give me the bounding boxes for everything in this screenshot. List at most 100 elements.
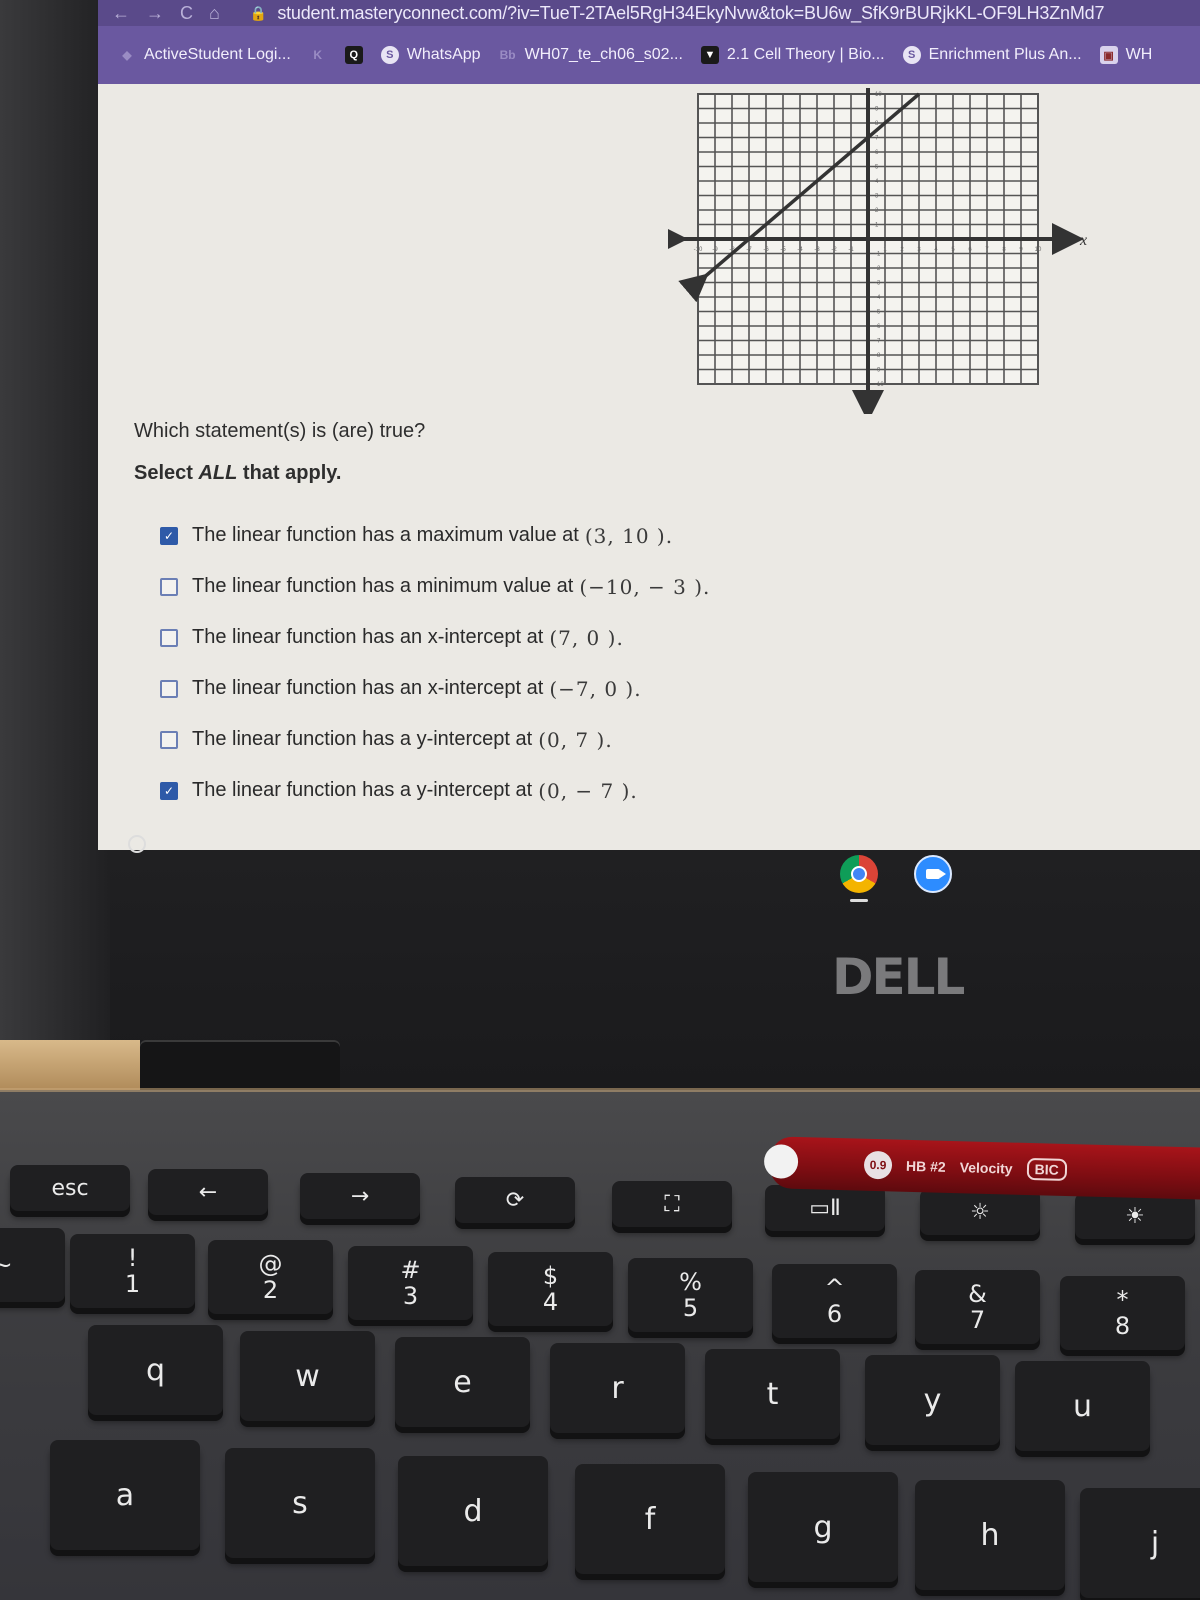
key-num-6[interactable]: ^ 6 bbox=[772, 1264, 897, 1338]
option-math: (3, 10 ). bbox=[584, 523, 674, 548]
shield-icon: ▼ bbox=[700, 46, 719, 64]
option-max-3-10[interactable]: ✓ The linear function has a maximum valu… bbox=[160, 510, 710, 561]
key-j[interactable]: j bbox=[1080, 1488, 1200, 1598]
checkbox-unchecked[interactable] bbox=[160, 628, 178, 647]
x-tick-label: -2 bbox=[831, 247, 837, 253]
key-num-5[interactable]: % 5 bbox=[628, 1258, 753, 1332]
key-label: 5 bbox=[682, 1294, 699, 1322]
key-label: s bbox=[292, 1485, 308, 1521]
key-label: y bbox=[923, 1382, 942, 1418]
bookmark-k[interactable]: K bbox=[309, 46, 327, 64]
key-num-~[interactable]: ~ bbox=[0, 1228, 65, 1302]
key-y[interactable]: y bbox=[865, 1355, 1000, 1445]
zoom-icon[interactable] bbox=[914, 855, 952, 893]
checkbox-checked[interactable]: ✓ bbox=[160, 526, 178, 545]
key-label: f bbox=[644, 1501, 656, 1537]
forward-icon[interactable]: → bbox=[146, 3, 164, 24]
question-page: x -10 -9 -8 -7 -6 -5 -4 -3 -2 -1 1 2 3 4 5 6 7 8 9 10 -10 -9 -8… bbox=[98, 84, 1200, 850]
bookmark-whatsapp[interactable]: S WhatsApp bbox=[380, 46, 481, 64]
key-t[interactable]: t bbox=[705, 1349, 840, 1439]
bookmark-cell-theory[interactable]: ▼ 2.1 Cell Theory | Bio... bbox=[700, 46, 885, 64]
bookmark-activestudent[interactable]: ◆ ActiveStudent Logi... bbox=[118, 46, 290, 64]
key-label: ☼ bbox=[970, 1199, 990, 1225]
key-fn-2[interactable]: → bbox=[300, 1173, 420, 1219]
screen: ← → C ⌂ 🔒 student.masteryconnect.com/?iv… bbox=[98, 0, 1200, 850]
key-label: r bbox=[611, 1370, 624, 1406]
pencil-grade: HB #2 bbox=[905, 1157, 946, 1175]
key-fn-7[interactable]: ☀ bbox=[1075, 1193, 1195, 1239]
back-icon[interactable]: ← bbox=[112, 3, 130, 24]
key-label: w bbox=[295, 1358, 320, 1394]
home-icon[interactable]: ⌂ bbox=[209, 3, 220, 24]
key-fn-3[interactable]: ⟳ bbox=[455, 1177, 575, 1223]
key-w[interactable]: w bbox=[240, 1331, 375, 1421]
key-label: u bbox=[1072, 1388, 1092, 1424]
key-h[interactable]: h bbox=[915, 1480, 1065, 1590]
coordinate-graph: x -10 -9 -8 -7 -6 -5 -4 -3 -2 -1 1 2 3 4 5 6 7 8 9 10 -10 -9 -8… bbox=[656, 84, 1088, 422]
option-xint-neg7[interactable]: The linear function has an x-intercept a… bbox=[160, 663, 710, 714]
pencil-eraser bbox=[763, 1144, 799, 1179]
checkbox-unchecked[interactable] bbox=[160, 577, 178, 596]
url-text[interactable]: student.masteryconnect.com/?iv=TueT-2TAe… bbox=[277, 3, 1104, 24]
key-g[interactable]: g bbox=[748, 1472, 898, 1582]
checkbox-checked[interactable]: ✓ bbox=[160, 781, 178, 800]
x-tick-label: -6 bbox=[763, 247, 769, 253]
webcam bbox=[128, 835, 146, 853]
bookmarks-bar: ◆ ActiveStudent Logi... K Q S WhatsApp B… bbox=[98, 26, 1200, 84]
key-label: ▭Ⅱ bbox=[809, 1195, 841, 1221]
key-fn-1[interactable]: ← bbox=[148, 1169, 268, 1215]
key-label: ← bbox=[198, 1179, 218, 1205]
key-num-3[interactable]: #3 bbox=[348, 1246, 473, 1320]
key-fn-0[interactable]: esc bbox=[10, 1165, 130, 1211]
option-text: The linear function has an x-intercept a… bbox=[192, 677, 544, 699]
key-num-7[interactable]: & 7 bbox=[915, 1270, 1040, 1344]
x-tick-label: -9 bbox=[712, 247, 718, 253]
chrome-icon[interactable] bbox=[840, 855, 878, 893]
key-f[interactable]: f bbox=[575, 1464, 725, 1574]
key-shift-label: @ bbox=[258, 1250, 283, 1278]
option-text: The linear function has an x-intercept a… bbox=[192, 626, 544, 648]
reload-icon[interactable]: C bbox=[180, 3, 193, 24]
option-yint-neg7[interactable]: ✓ The linear function has a y-intercept … bbox=[160, 765, 710, 816]
address-bar[interactable]: ← → C ⌂ 🔒 student.masteryconnect.com/?iv… bbox=[98, 0, 1200, 26]
bookmark-wh07[interactable]: Bb WH07_te_ch06_s02... bbox=[499, 46, 683, 64]
photo-icon: ▣ bbox=[1099, 46, 1118, 64]
checkbox-unchecked[interactable] bbox=[160, 730, 178, 749]
option-min-neg10-neg3[interactable]: The linear function has a minimum value … bbox=[160, 561, 710, 612]
key-num-1[interactable]: ! 1 bbox=[70, 1234, 195, 1308]
question-prompt: Which statement(s) is (are) true? bbox=[134, 420, 426, 442]
key-fn-4[interactable]: ⛶ bbox=[612, 1181, 732, 1227]
pencil-brand: BIC bbox=[1026, 1157, 1067, 1182]
checkbox-unchecked[interactable] bbox=[160, 679, 178, 698]
key-s[interactable]: s bbox=[225, 1448, 375, 1558]
bookmark-label: WH bbox=[1125, 46, 1153, 63]
bookmark-enrichment[interactable]: S Enrichment Plus An... bbox=[902, 46, 1082, 64]
key-num-4[interactable]: $4 bbox=[488, 1252, 613, 1326]
desk-surface bbox=[0, 1040, 140, 1090]
key-d[interactable]: d bbox=[398, 1456, 548, 1566]
bookmark-wh[interactable]: ▣ WH bbox=[1099, 46, 1153, 64]
lead-size: 0.9 bbox=[863, 1150, 893, 1180]
key-e[interactable]: e bbox=[395, 1337, 530, 1427]
y-tick-label: -9 bbox=[875, 368, 881, 374]
key-fn-6[interactable]: ☼ bbox=[920, 1189, 1040, 1235]
key-u[interactable]: u bbox=[1015, 1361, 1150, 1451]
option-xint-7[interactable]: The linear function has an x-intercept a… bbox=[160, 612, 710, 663]
key-a[interactable]: a bbox=[50, 1440, 200, 1550]
option-text: The linear function has a y-intercept at bbox=[192, 728, 533, 750]
key-q[interactable]: q bbox=[88, 1325, 223, 1415]
key-fn-5[interactable]: ▭Ⅱ bbox=[765, 1185, 885, 1231]
key-num-2[interactable]: @2 bbox=[208, 1240, 333, 1314]
x-tick-label: -1 bbox=[848, 247, 854, 253]
bookmark-label: WH07_te_ch06_s02... bbox=[524, 46, 683, 63]
key-label: e bbox=[453, 1364, 472, 1400]
key-r[interactable]: r bbox=[550, 1343, 685, 1433]
dell-logo: DELL bbox=[832, 948, 965, 1006]
key-num-8[interactable]: * 8 bbox=[1060, 1276, 1185, 1350]
key-shift-label: & bbox=[968, 1280, 987, 1308]
y-tick-label: -8 bbox=[875, 353, 881, 359]
bookmark-label: Enrichment Plus An... bbox=[928, 46, 1082, 63]
bookmark-q[interactable]: Q bbox=[344, 46, 363, 64]
y-tick-label: -2 bbox=[875, 266, 881, 272]
option-yint-7[interactable]: The linear function has a y-intercept at… bbox=[160, 714, 710, 765]
